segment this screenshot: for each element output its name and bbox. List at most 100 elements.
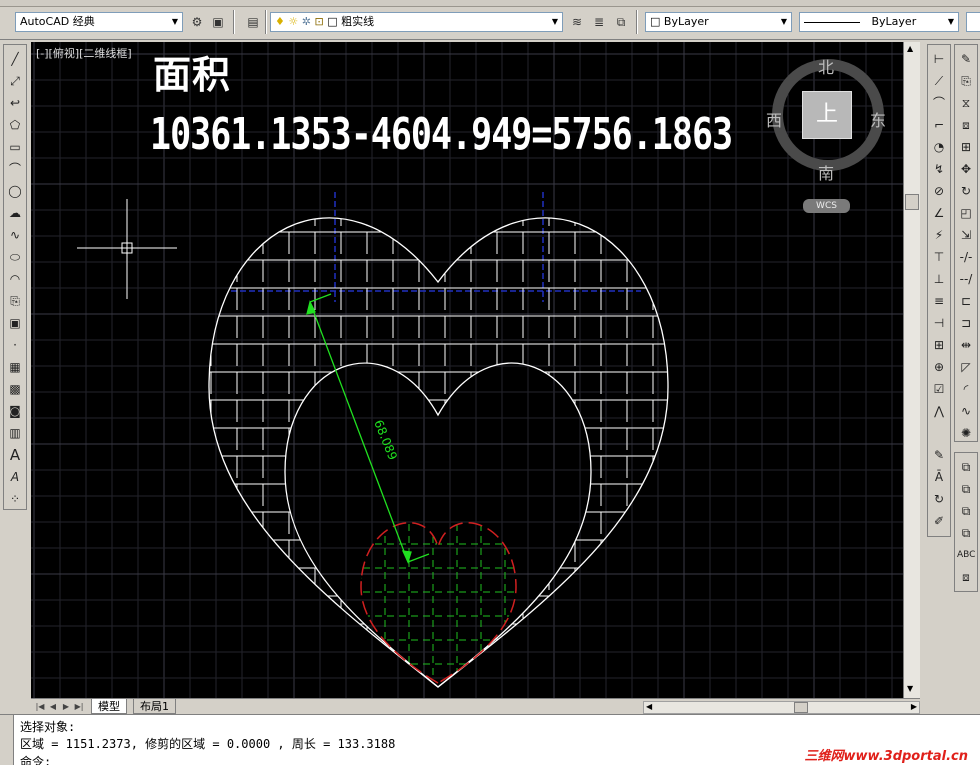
workspace-select[interactable]: AutoCAD 经典 ▼ bbox=[15, 12, 183, 32]
hatch-icon[interactable]: ▦ bbox=[6, 358, 24, 376]
viewport-controls[interactable]: [-][俯视][二维线框] bbox=[36, 45, 132, 61]
chevron-down-icon[interactable]: ▼ bbox=[944, 13, 958, 31]
scale-icon[interactable]: ◰ bbox=[957, 204, 975, 222]
horizontal-scroll-thumb[interactable] bbox=[794, 702, 808, 713]
dimension-space-icon[interactable]: ≡ bbox=[930, 292, 948, 310]
inspection-icon[interactable]: ☑ bbox=[930, 380, 948, 398]
prev-tab-icon[interactable]: ◀ bbox=[47, 700, 59, 713]
compass-north[interactable]: 北 bbox=[818, 54, 834, 78]
mirror-icon[interactable]: ⧖ bbox=[957, 94, 975, 112]
stretch-icon[interactable]: ⇲ bbox=[957, 226, 975, 244]
copy-icon[interactable]: ⎘ bbox=[957, 72, 975, 90]
move-icon[interactable]: ✥ bbox=[957, 160, 975, 178]
next-tab-icon[interactable]: ▶ bbox=[60, 700, 72, 713]
send-under-icon[interactable]: ⧉ bbox=[957, 524, 975, 542]
scroll-left-icon[interactable]: ◀ bbox=[646, 702, 652, 711]
first-tab-icon[interactable]: |◀ bbox=[34, 700, 46, 713]
tab-model[interactable]: 模型 bbox=[91, 699, 127, 714]
vertical-scroll-thumb[interactable] bbox=[905, 194, 919, 210]
gear-icon[interactable]: ⚙ bbox=[188, 13, 206, 31]
point-icon[interactable]: · bbox=[6, 336, 24, 354]
dimension-break-icon[interactable]: ⊣ bbox=[930, 314, 948, 332]
make-current-layer-icon[interactable]: ≋ bbox=[568, 13, 586, 31]
jogged-dimension-icon[interactable]: ↯ bbox=[930, 160, 948, 178]
tolerance-icon[interactable]: ⊞ bbox=[930, 336, 948, 354]
command-prompt[interactable]: 命令: bbox=[20, 753, 51, 765]
lineweight-select[interactable] bbox=[966, 12, 980, 32]
offset-icon[interactable]: ⧈ bbox=[957, 116, 975, 134]
layer-select[interactable]: ♦ ☼ ✲ ⊡ □ 粗实线 ▼ bbox=[270, 12, 563, 32]
color-select[interactable]: □ ByLayer ▼ bbox=[645, 12, 792, 32]
aligned-dimension-icon[interactable]: ⟋ bbox=[930, 72, 948, 90]
join-icon[interactable]: ⇹ bbox=[957, 336, 975, 354]
break-at-point-icon[interactable]: ⊏ bbox=[957, 292, 975, 310]
dimension-edit-icon[interactable]: ✎ bbox=[930, 446, 948, 464]
scroll-right-icon[interactable]: ▶ bbox=[911, 702, 917, 711]
revision-cloud-icon[interactable]: ☁ bbox=[6, 204, 24, 222]
last-tab-icon[interactable]: ▶| bbox=[73, 700, 85, 713]
blend-curves-icon[interactable]: ∿ bbox=[957, 402, 975, 420]
dimension-text-edit-icon[interactable]: Ā bbox=[930, 468, 948, 486]
rotate-icon[interactable]: ↻ bbox=[957, 182, 975, 200]
make-block-icon[interactable]: ▣ bbox=[6, 314, 24, 332]
linear-dimension-icon[interactable]: ⊢ bbox=[930, 50, 948, 68]
rectangle-icon[interactable]: ▭ bbox=[6, 138, 24, 156]
chevron-down-icon[interactable]: ▼ bbox=[777, 13, 791, 31]
horizontal-scrollbar[interactable]: ◀ ▶ bbox=[643, 701, 920, 714]
bring-to-front-icon[interactable]: ⧉ bbox=[957, 458, 975, 476]
send-to-back-icon[interactable]: ⧉ bbox=[957, 480, 975, 498]
scroll-up-icon[interactable]: ▲ bbox=[907, 44, 913, 53]
break-icon[interactable]: ⊐ bbox=[957, 314, 975, 332]
polygon-icon[interactable]: ⬠ bbox=[6, 116, 24, 134]
continue-dimension-icon[interactable]: ⊥ bbox=[930, 270, 948, 288]
layer-state-icon[interactable]: ⧉ bbox=[612, 13, 630, 31]
workspace-settings-icon[interactable]: ▣ bbox=[209, 13, 227, 31]
command-window-grip[interactable] bbox=[0, 715, 14, 765]
circle-icon[interactable]: ◯ bbox=[6, 182, 24, 200]
wcs-menu[interactable]: WCS bbox=[803, 199, 850, 213]
layer-previous-icon[interactable]: ≣ bbox=[590, 13, 608, 31]
viewcube-top-face[interactable]: 上 bbox=[802, 91, 852, 139]
text-icon[interactable]: A bbox=[6, 446, 24, 464]
layer-manager-icon[interactable]: ▤ bbox=[244, 13, 262, 31]
gradient-icon[interactable]: ▩ bbox=[6, 380, 24, 398]
dimension-update-icon[interactable]: ↻ bbox=[930, 490, 948, 508]
fillet-icon[interactable]: ◜ bbox=[957, 380, 975, 398]
angular-dimension-icon[interactable]: ∠ bbox=[930, 204, 948, 222]
scroll-down-icon[interactable]: ▼ bbox=[907, 684, 913, 693]
insert-block-icon[interactable]: ⎘ bbox=[6, 292, 24, 310]
ellipse-arc-icon[interactable]: ◠ bbox=[6, 270, 24, 288]
ellipse-icon[interactable]: ⬭ bbox=[6, 248, 24, 266]
vertical-scrollbar[interactable]: ▲ ▼ bbox=[903, 42, 920, 698]
ordinate-dimension-icon[interactable]: ⌐ bbox=[930, 116, 948, 134]
hatch-to-back-icon[interactable]: ⧈ bbox=[957, 568, 975, 586]
arc-icon[interactable]: ⌒ bbox=[6, 160, 24, 178]
chevron-down-icon[interactable]: ▼ bbox=[548, 13, 562, 31]
text-to-front-icon[interactable]: ABC bbox=[957, 546, 975, 564]
command-window[interactable]: 选择对象: 区域 = 1151.2373, 修剪的区域 = 0.0000 , 周… bbox=[0, 714, 980, 765]
baseline-dimension-icon[interactable]: ⊤ bbox=[930, 248, 948, 266]
arc-length-icon[interactable]: ⌒ bbox=[930, 94, 948, 112]
line-icon[interactable]: ╱ bbox=[6, 50, 24, 68]
tab-layout1[interactable]: 布局1 bbox=[133, 699, 176, 714]
diameter-dimension-icon[interactable]: ⊘ bbox=[930, 182, 948, 200]
jogged-linear-icon[interactable]: ⋀ bbox=[930, 402, 948, 420]
drawing-canvas[interactable]: 68.089 [-][俯视][二维线框] 面积 10361.1353-4604.… bbox=[31, 42, 903, 698]
region-icon[interactable]: ◙ bbox=[6, 402, 24, 420]
compass-west[interactable]: 西 bbox=[766, 107, 782, 131]
extend-icon[interactable]: --/ bbox=[957, 270, 975, 288]
polyline-icon[interactable]: ↩ bbox=[6, 94, 24, 112]
radius-dimension-icon[interactable]: ◔ bbox=[930, 138, 948, 156]
center-mark-icon[interactable]: ⊕ bbox=[930, 358, 948, 376]
spline-icon[interactable]: ∿ bbox=[6, 226, 24, 244]
linetype-select[interactable]: ByLayer ▼ bbox=[799, 12, 959, 32]
add-selected-icon[interactable]: ⁘ bbox=[6, 490, 24, 508]
explode-icon[interactable]: ✺ bbox=[957, 424, 975, 442]
quick-dimension-icon[interactable]: ⚡ bbox=[930, 226, 948, 244]
construction-line-icon[interactable]: ⤢ bbox=[6, 72, 24, 90]
array-icon[interactable]: ⊞ bbox=[957, 138, 975, 156]
erase-icon[interactable]: ✎ bbox=[957, 50, 975, 68]
chamfer-icon[interactable]: ◸ bbox=[957, 358, 975, 376]
multiline-text-icon[interactable]: A bbox=[6, 468, 24, 486]
dimension-style-icon[interactable]: ✐ bbox=[930, 512, 948, 530]
